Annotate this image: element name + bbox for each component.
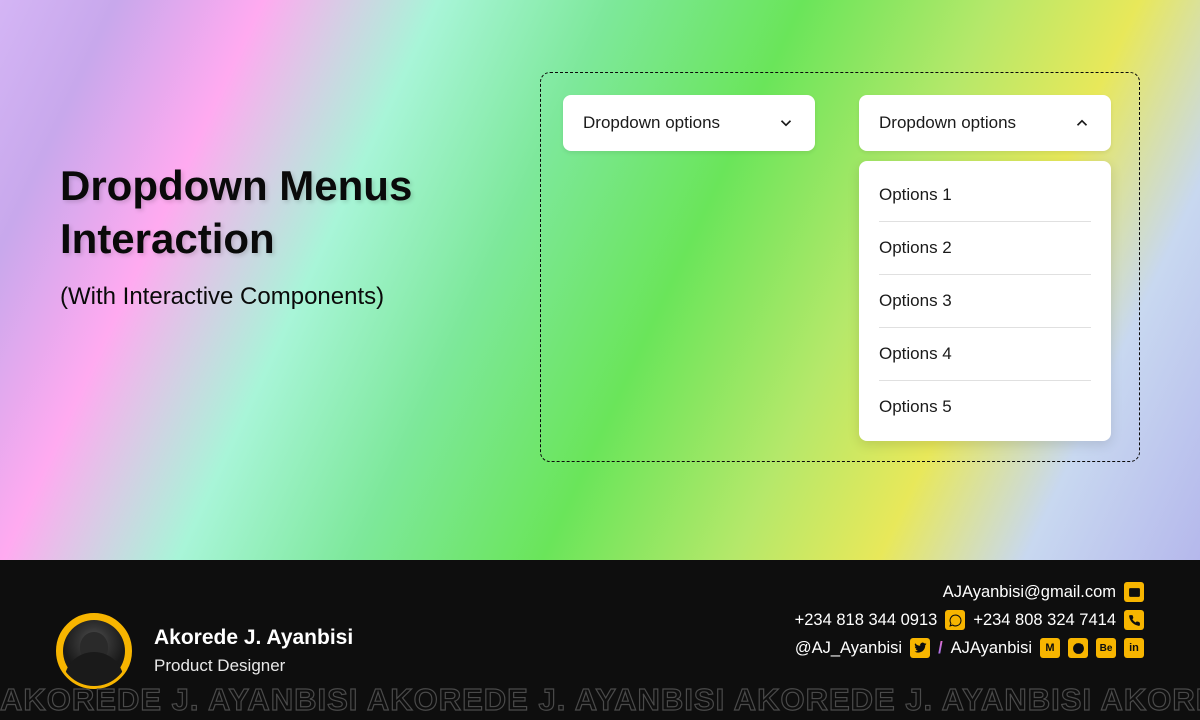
- marquee-strip: AKOREDE J. AYANBISI AKOREDE J. AYANBISI …: [0, 680, 1200, 720]
- dropdown-closed: Dropdown options: [563, 95, 815, 151]
- title-line-2: Interaction: [60, 215, 275, 262]
- dropdown-option[interactable]: Options 3: [879, 275, 1091, 328]
- dribbble-icon: [1068, 638, 1088, 658]
- author-name: Akorede J. Ayanbisi: [154, 626, 353, 650]
- mail-icon: [1124, 582, 1144, 602]
- email-item[interactable]: AJAyanbisi@gmail.com: [943, 582, 1144, 602]
- phone-icon: [1124, 610, 1144, 630]
- whatsapp-icon: [945, 610, 965, 630]
- dropdown-option[interactable]: Options 1: [879, 169, 1091, 222]
- marquee-text: AKOREDE J. AYANBISI AKOREDE J. AYANBISI …: [0, 682, 1200, 718]
- page-title: Dropdown Menus Interaction: [60, 160, 412, 265]
- twitter-handle: @AJ_Ayanbisi: [795, 639, 902, 658]
- medium-icon: M: [1040, 638, 1060, 658]
- email-text: AJAyanbisi@gmail.com: [943, 583, 1116, 602]
- dropdown-closed-trigger[interactable]: Dropdown options: [563, 95, 815, 151]
- dropdown-open-trigger[interactable]: Dropdown options: [859, 95, 1111, 151]
- behance-icon: Be: [1096, 638, 1116, 658]
- phone2-text: +234 808 324 7414: [973, 611, 1116, 630]
- avatar-image: [63, 620, 125, 682]
- phone1-text: +234 818 344 0913: [795, 611, 938, 630]
- profile-text: Akorede J. Ayanbisi Product Designer: [154, 626, 353, 676]
- twitter-icon: [910, 638, 930, 658]
- dropdown-open-label: Dropdown options: [879, 113, 1016, 133]
- main-canvas: Dropdown Menus Interaction (With Interac…: [0, 0, 1200, 560]
- contact-row-social: @AJ_Ayanbisi / AJAyanbisi M Be in: [795, 638, 1144, 658]
- dropdown-option[interactable]: Options 2: [879, 222, 1091, 275]
- demo-area: Dropdown options Dropdown options Option…: [540, 72, 1140, 462]
- title-line-1: Dropdown Menus: [60, 162, 412, 209]
- dropdown-closed-label: Dropdown options: [583, 113, 720, 133]
- linkedin-icon: in: [1124, 638, 1144, 658]
- footer: Akorede J. Ayanbisi Product Designer AJA…: [0, 560, 1200, 720]
- contact-row-phones: +234 818 344 0913 +234 808 324 7414: [795, 610, 1144, 630]
- twitter-item[interactable]: @AJ_Ayanbisi: [795, 638, 930, 658]
- chevron-down-icon: [777, 114, 795, 132]
- author-role: Product Designer: [154, 656, 353, 676]
- handle-slash: /: [938, 639, 943, 658]
- title-block: Dropdown Menus Interaction (With Interac…: [60, 160, 412, 311]
- dropdown-panel: Options 1 Options 2 Options 3 Options 4 …: [859, 161, 1111, 441]
- phone1-item[interactable]: +234 818 344 0913: [795, 610, 966, 630]
- avatar: [56, 613, 132, 689]
- phone2-item[interactable]: +234 808 324 7414: [973, 610, 1144, 630]
- contact-row-email: AJAyanbisi@gmail.com: [795, 582, 1144, 602]
- social-handle: AJAyanbisi: [951, 639, 1032, 658]
- chevron-up-icon: [1073, 114, 1091, 132]
- dropdown-option[interactable]: Options 4: [879, 328, 1091, 381]
- dropdown-open: Dropdown options Options 1 Options 2 Opt…: [859, 95, 1111, 441]
- page-subtitle: (With Interactive Components): [60, 283, 412, 311]
- handle-item[interactable]: / AJAyanbisi M Be in: [938, 638, 1144, 658]
- dropdown-option[interactable]: Options 5: [879, 381, 1091, 433]
